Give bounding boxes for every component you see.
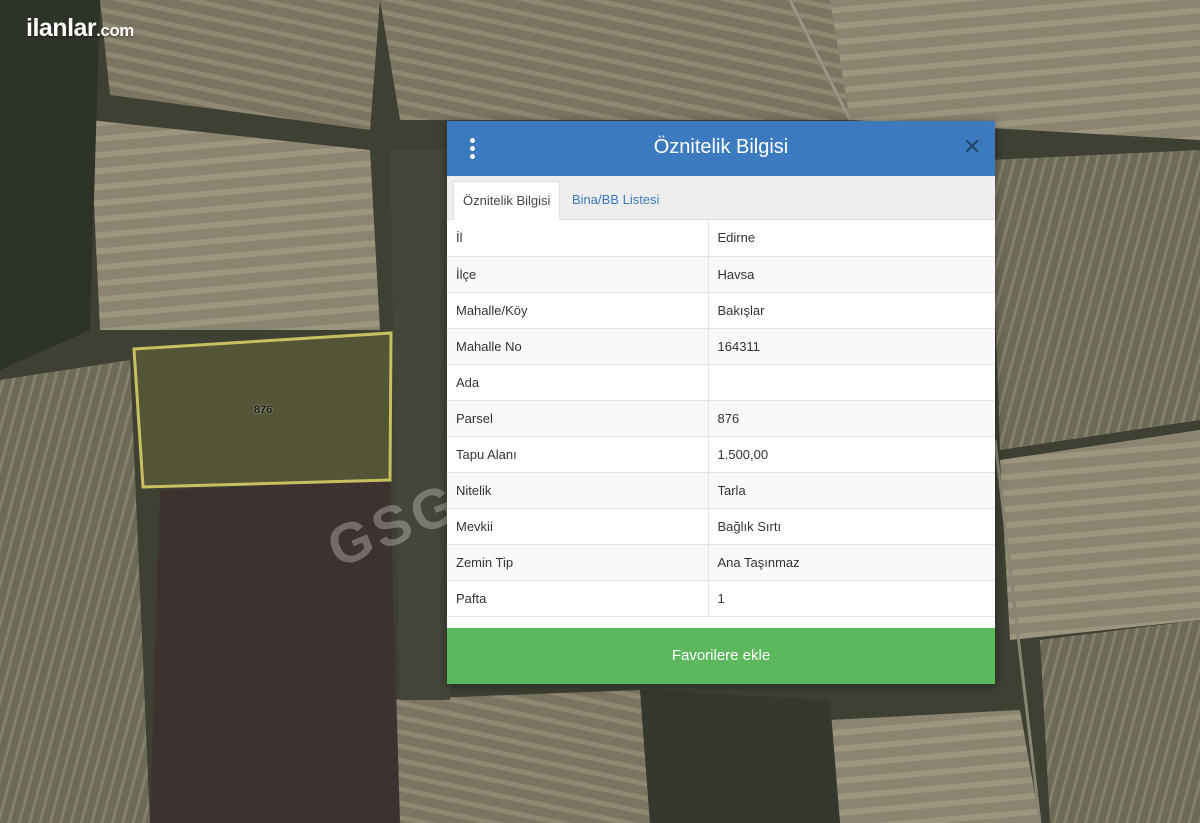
table-row: Mahalle/Köy Bakışlar xyxy=(447,292,995,329)
attribute-info-dialog: Öznitelik Bilgisi ✕ Öznitelik Bilgisi Bi… xyxy=(447,121,995,684)
attribute-key: İl xyxy=(447,220,709,257)
table-row: İlçe Havsa xyxy=(447,256,995,293)
attribute-value: Bağlık Sırtı xyxy=(708,508,995,545)
attribute-key: Parsel xyxy=(447,400,709,437)
attribute-key: İlçe xyxy=(447,256,709,293)
attribute-key: Mahalle/Köy xyxy=(447,292,709,329)
site-logo[interactable]: ilanlar.com xyxy=(26,14,134,43)
table-row: Ada xyxy=(447,364,995,401)
table-row: Parsel 876 xyxy=(447,400,995,437)
attribute-key: Tapu Alanı xyxy=(447,436,709,473)
dialog-header: Öznitelik Bilgisi ✕ xyxy=(447,121,995,176)
tab-attribute-info[interactable]: Öznitelik Bilgisi xyxy=(453,181,561,220)
table-row: Mahalle No 164311 xyxy=(447,328,995,365)
dialog-tabs: Öznitelik Bilgisi Bina/BB Listesi xyxy=(447,176,995,220)
attribute-value: Ana Taşınmaz xyxy=(708,544,995,581)
attribute-key: Mevkii xyxy=(447,508,709,545)
attribute-key: Mahalle No xyxy=(447,328,709,365)
table-row: İl Edirne xyxy=(447,220,995,257)
attribute-value xyxy=(708,364,995,401)
attribute-value: 1 xyxy=(708,580,995,617)
attribute-value: Edirne xyxy=(708,220,995,257)
table-row: Tapu Alanı 1.500,00 xyxy=(447,436,995,473)
parcel-number-label: 876 xyxy=(254,404,273,416)
table-row: Zemin Tip Ana Taşınmaz xyxy=(447,544,995,581)
attribute-value: Havsa xyxy=(708,256,995,293)
attribute-value: Tarla xyxy=(708,472,995,509)
tab-building-list[interactable]: Bina/BB Listesi xyxy=(563,181,668,220)
attribute-table: İl Edirne İlçe Havsa Mahalle/Köy Bakışlar Maha… xyxy=(447,220,995,617)
dialog-title: Öznitelik Bilgisi xyxy=(653,136,789,158)
close-icon[interactable]: ✕ xyxy=(963,135,981,159)
attribute-value: 1.500,00 xyxy=(708,436,995,473)
attribute-key: Nitelik xyxy=(447,472,709,509)
attribute-key: Pafta xyxy=(447,580,709,617)
table-row: Pafta 1 xyxy=(447,580,995,617)
table-row: Nitelik Tarla xyxy=(447,472,995,509)
attribute-key: Ada xyxy=(447,364,709,401)
attribute-value: 876 xyxy=(708,400,995,437)
table-row: Mevkii Bağlık Sırtı xyxy=(447,508,995,545)
attribute-key: Zemin Tip xyxy=(447,544,709,581)
add-to-favorites-button[interactable]: Favorilere ekle xyxy=(447,628,995,684)
attribute-value: 164311 xyxy=(708,328,995,365)
attribute-value: Bakışlar xyxy=(708,292,995,329)
